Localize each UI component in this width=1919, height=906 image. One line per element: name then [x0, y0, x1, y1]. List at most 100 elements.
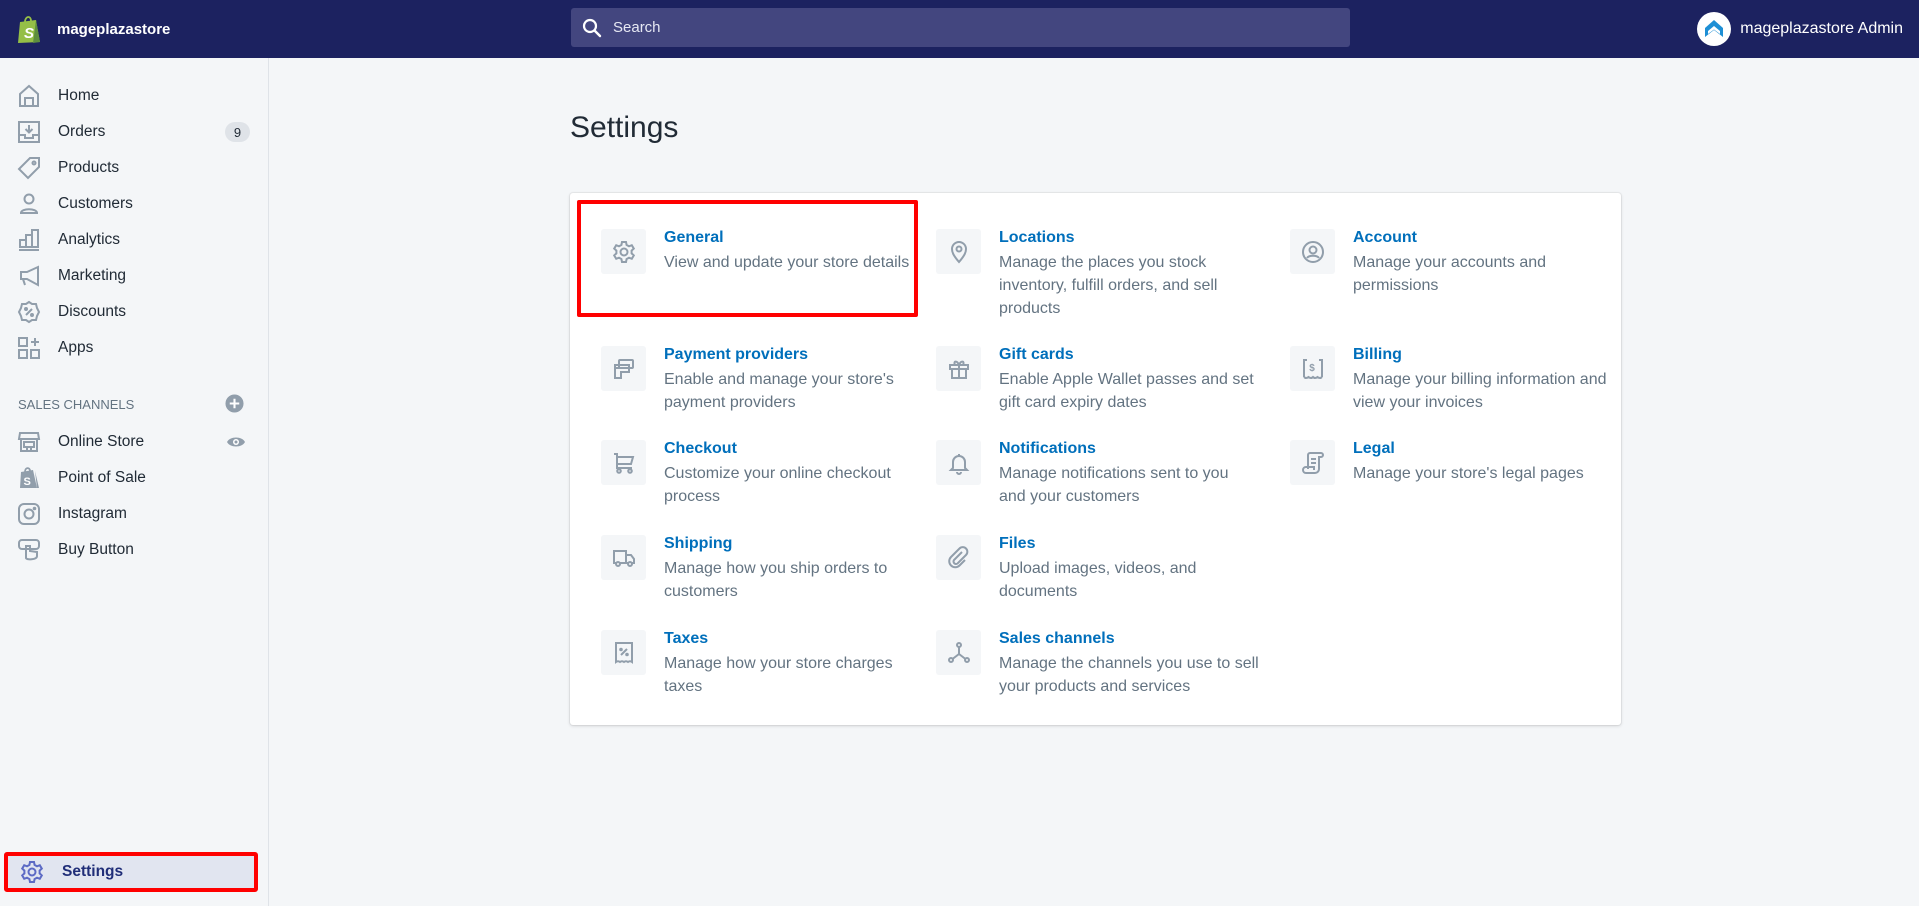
sidebar-item-label: Customers: [58, 195, 133, 212]
setting-description: Manage your store's legal pages: [1353, 465, 1584, 482]
home-icon: [19, 84, 39, 107]
store-name: mageplazastore: [57, 20, 171, 38]
cart-icon: [613, 452, 634, 474]
setting-checkout[interactable]: Checkout Customize your online checkout …: [601, 440, 921, 530]
setting-title[interactable]: Sales channels: [999, 630, 1115, 648]
search-input[interactable]: [613, 8, 1350, 47]
sales-channels-icon: [947, 641, 970, 663]
paperclip-icon: [947, 545, 968, 568]
search-bar[interactable]: [571, 8, 1350, 47]
setting-gift-cards[interactable]: Gift cards Enable Apple Wallet passes an…: [936, 346, 1256, 436]
sidebar-item-label: Point of Sale: [58, 469, 146, 486]
setting-title[interactable]: Billing: [1353, 346, 1402, 364]
setting-description: Enable Apple Wallet passes and set gift …: [999, 371, 1254, 411]
setting-icon-box: [936, 535, 981, 580]
setting-description: Manage notifications sent to you and you…: [999, 465, 1229, 505]
setting-description: Enable and manage your store's payment p…: [664, 371, 894, 411]
setting-legal[interactable]: Legal Manage your store's legal pages: [1290, 440, 1610, 530]
setting-payment-providers[interactable]: Payment providers Enable and manage your…: [601, 346, 921, 436]
discount-icon: [17, 300, 41, 324]
setting-locations[interactable]: Locations Manage the places you stock in…: [936, 229, 1256, 319]
truck-icon: [612, 549, 635, 567]
sidebar-item-label: Discounts: [58, 303, 127, 320]
store-icon: [17, 432, 41, 452]
setting-icon-box: [936, 440, 981, 485]
setting-title[interactable]: Checkout: [664, 440, 737, 458]
sidebar-item-analytics[interactable]: Analytics: [0, 222, 268, 258]
setting-title[interactable]: Account: [1353, 229, 1417, 247]
sidebar-item-label: Marketing: [58, 267, 127, 284]
svg-text:S: S: [24, 476, 31, 488]
sidebar-item-point-of-sale[interactable]: S Point of Sale: [0, 460, 268, 496]
shopify-logo-icon: S: [18, 16, 40, 43]
setting-title[interactable]: Gift cards: [999, 346, 1074, 364]
sidebar-item-label: Instagram: [58, 505, 127, 522]
setting-title[interactable]: Locations: [999, 229, 1075, 247]
mageplaza-logo-icon: [1701, 16, 1728, 42]
setting-account[interactable]: Account Manage your accounts and permiss…: [1290, 229, 1610, 319]
add-sales-channel-icon[interactable]: [225, 394, 244, 413]
orders-icon: [18, 121, 40, 143]
instagram-icon: [18, 503, 40, 525]
page-title: Settings: [570, 111, 679, 144]
setting-icon-box: [601, 440, 646, 485]
sidebar-item-label: Orders: [58, 123, 106, 140]
sidebar-item-marketing[interactable]: Marketing: [0, 258, 268, 294]
sidebar-item-online-store[interactable]: Online Store: [0, 424, 268, 460]
gear-icon: [20, 861, 44, 883]
sidebar-item-discounts[interactable]: Discounts: [0, 294, 268, 330]
setting-icon-box: $: [1290, 346, 1335, 391]
sidebar-item-label: Analytics: [58, 231, 121, 248]
setting-icon-box: [601, 630, 646, 675]
tax-receipt-icon: [614, 641, 633, 664]
setting-taxes[interactable]: Taxes Manage how your store charges taxe…: [601, 630, 921, 720]
setting-billing[interactable]: $ Billing Manage your billing informatio…: [1290, 346, 1610, 436]
shopping-bag-icon: S: [20, 467, 39, 488]
sidebar-item-orders[interactable]: Orders 9: [0, 114, 268, 150]
store-brand[interactable]: S mageplazastore: [16, 0, 170, 58]
setting-title[interactable]: General: [664, 229, 724, 247]
setting-files[interactable]: Files Upload images, videos, and documen…: [936, 535, 1256, 625]
apps-icon: [18, 337, 40, 359]
sidebar-item-label: Home: [58, 87, 100, 104]
sidebar-item-label: Buy Button: [58, 541, 134, 558]
svg-text:$: $: [1309, 363, 1315, 374]
setting-description: Manage how your store charges taxes: [664, 655, 893, 695]
user-name: mageplazastore Admin: [1740, 20, 1903, 37]
sidebar-item-instagram[interactable]: Instagram: [0, 496, 268, 532]
sidebar-item-apps[interactable]: Apps: [0, 330, 268, 366]
setting-title[interactable]: Files: [999, 535, 1035, 553]
gift-icon: [948, 360, 969, 379]
setting-general[interactable]: General View and update your store detai…: [601, 229, 921, 319]
sidebar-item-settings[interactable]: Settings: [4, 852, 258, 892]
setting-title[interactable]: Shipping: [664, 535, 732, 553]
avatar: [1697, 12, 1732, 46]
setting-shipping[interactable]: Shipping Manage how you ship orders to c…: [601, 535, 921, 625]
setting-icon-box: [936, 229, 981, 274]
tag-icon: [17, 157, 40, 180]
setting-icon-box: [1290, 440, 1335, 485]
setting-icon-box: [936, 346, 981, 391]
setting-description: Manage the channels you use to sell your…: [999, 655, 1259, 695]
setting-notifications[interactable]: Notifications Manage notifications sent …: [936, 440, 1256, 530]
setting-title[interactable]: Payment providers: [664, 346, 808, 364]
svg-text:S: S: [24, 25, 34, 42]
setting-sales-channels[interactable]: Sales channels Manage the channels you u…: [936, 630, 1259, 720]
setting-icon-box: [601, 229, 646, 274]
bar-chart-icon: [19, 229, 39, 251]
sidebar-item-buy-button[interactable]: Buy Button: [0, 532, 268, 568]
setting-title[interactable]: Legal: [1353, 440, 1395, 458]
setting-title[interactable]: Taxes: [664, 630, 708, 648]
sidebar-item-products[interactable]: Products: [0, 150, 268, 186]
user-menu[interactable]: mageplazastore Admin: [1697, 0, 1903, 58]
setting-description: Manage your billing information and view…: [1353, 371, 1607, 411]
billing-icon: $: [1302, 358, 1323, 379]
setting-title[interactable]: Notifications: [999, 440, 1096, 458]
sidebar-item-home[interactable]: Home: [0, 78, 268, 114]
sidebar-item-label: Products: [58, 159, 120, 176]
setting-icon-box: [936, 630, 981, 675]
search-icon: [582, 18, 602, 37]
eye-icon[interactable]: [226, 432, 246, 452]
bell-icon: [948, 453, 969, 475]
sidebar-item-customers[interactable]: Customers: [0, 186, 268, 222]
